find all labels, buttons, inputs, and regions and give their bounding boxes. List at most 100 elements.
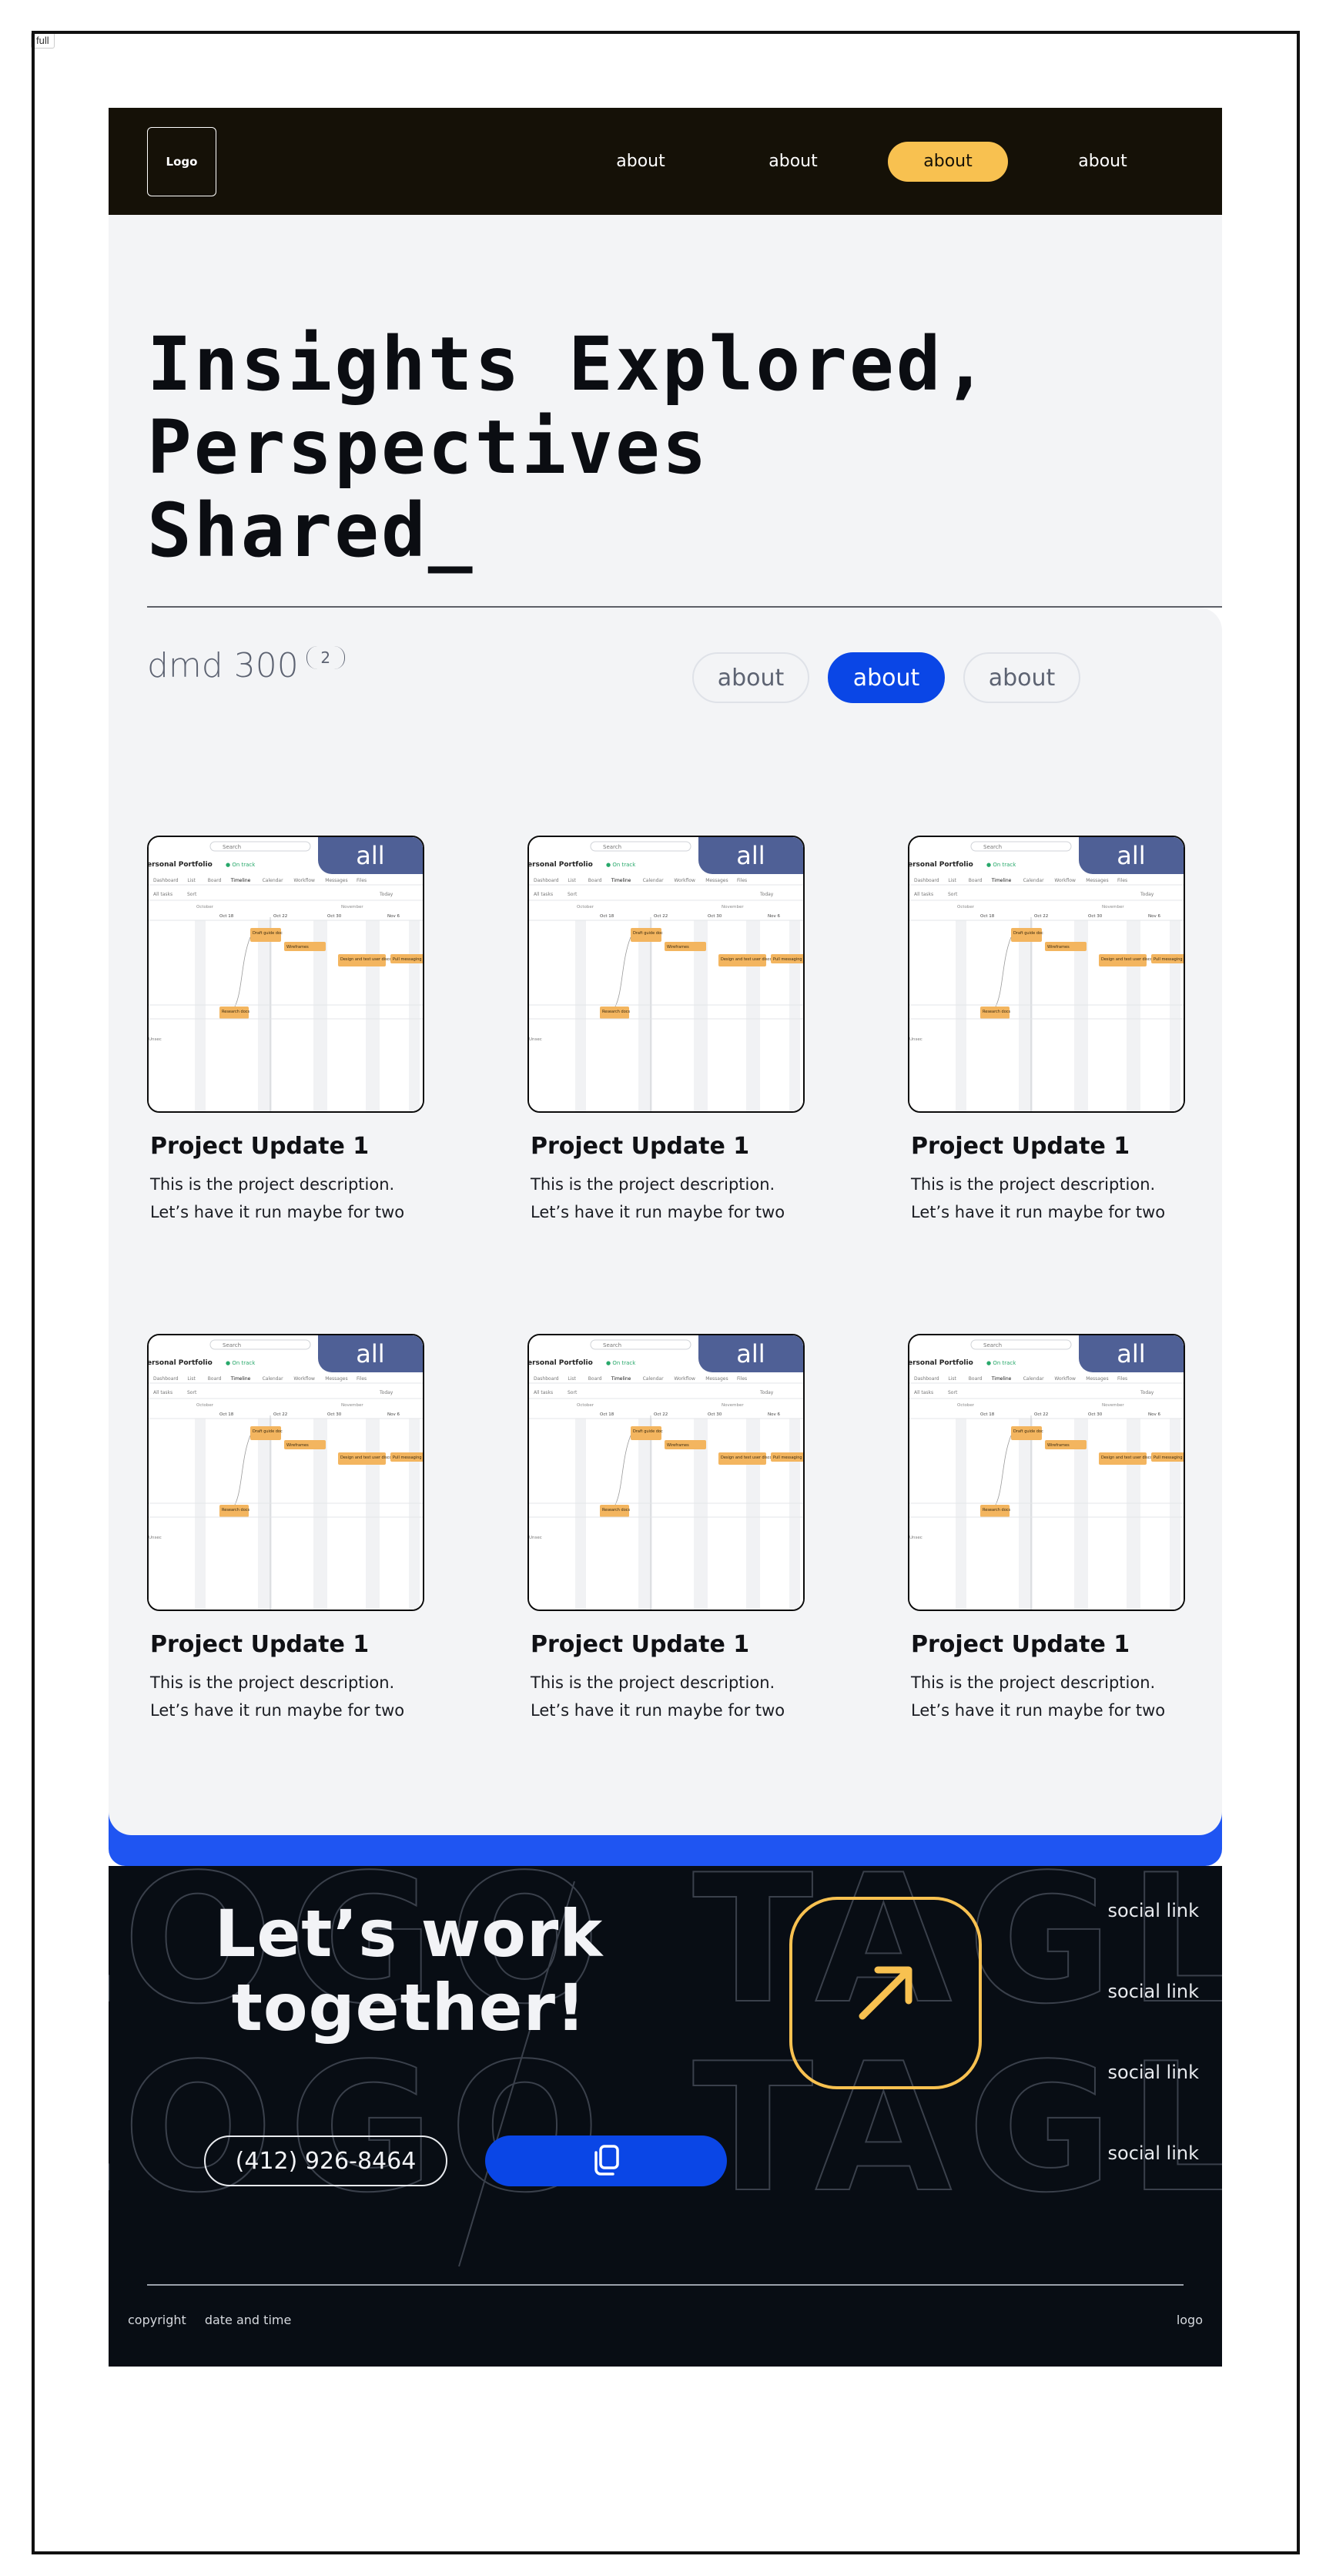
thumb-tab-1: List <box>948 878 956 883</box>
social-link-1[interactable]: social link <box>1108 1900 1200 1981</box>
project-card[interactable]: Search ersonal Portfolio ● On track Dashboa… <box>527 1334 805 1724</box>
category-badge: all <box>698 1335 803 1372</box>
cta-title: Let’s work together! <box>214 1896 604 2045</box>
thumb-side-label: Unsec <box>909 1536 923 1540</box>
thumb-task-1: Wireframes <box>667 1443 689 1448</box>
thumb-side-label: Unsec <box>529 1037 542 1042</box>
thumb-tab-1: List <box>187 878 196 883</box>
thumb-tab-7: Files <box>737 878 747 883</box>
arrow-up-right-icon <box>859 1966 912 2020</box>
project-thumbnail[interactable]: Search ersonal Portfolio ● On track Dashboa… <box>147 836 424 1113</box>
thumb-tab-5: Workflow <box>674 1376 695 1382</box>
card-title[interactable]: Project Update 1 <box>908 1133 1185 1160</box>
thumb-date-2: Oct 30 <box>327 914 342 919</box>
thumb-task-0: Draft guide doc <box>633 1429 663 1434</box>
project-card[interactable]: Search ersonal Portfolio ● On track Dashboa… <box>147 836 424 1226</box>
thumb-status-text: ● On track <box>226 862 256 868</box>
project-thumbnail[interactable]: Search ersonal Portfolio ● On track Dashboa… <box>147 1334 424 1611</box>
category-badge: all <box>1079 1335 1184 1372</box>
social-links: social link social link social link soci… <box>1108 1900 1200 2223</box>
card-title[interactable]: Project Update 1 <box>908 1631 1185 1658</box>
timeline-screenshot-image: Search ersonal Portfolio ● On track Dashboa… <box>529 837 803 1111</box>
nav-item-about-3[interactable]: about <box>888 141 1008 182</box>
social-link-4[interactable]: social link <box>1108 2142 1200 2223</box>
thumb-toolbar-1: Sort <box>187 892 197 897</box>
thumb-search-text: Search <box>603 1342 621 1348</box>
contact-arrow-button[interactable] <box>789 1897 982 2089</box>
thumb-tab-6: Messages <box>705 1376 728 1382</box>
copy-button[interactable] <box>485 2136 727 2186</box>
social-link-2[interactable]: social link <box>1108 1981 1200 2062</box>
thumb-date-3: Nov 6 <box>1148 914 1160 919</box>
nav-item-about-1[interactable]: about <box>583 142 698 182</box>
thumb-tab-0: Dashboard <box>534 1376 559 1382</box>
thumb-title-text: ersonal Portfolio <box>149 861 213 869</box>
thumb-date-3: Nov 6 <box>768 914 780 919</box>
thumb-side-label: Unsec <box>529 1536 542 1540</box>
thumb-date-0: Oct 18 <box>219 914 234 919</box>
thumb-tab-5: Workflow <box>293 878 315 883</box>
project-thumbnail[interactable]: Search ersonal Portfolio ● On track Dashboa… <box>527 1334 805 1611</box>
page: Logo about about about about Insights Ex… <box>109 108 1222 2367</box>
project-card[interactable]: Search ersonal Portfolio ● On track Dashboa… <box>908 836 1185 1226</box>
thumb-toolbar-1: Sort <box>948 1390 958 1395</box>
social-link-3[interactable]: social link <box>1108 2062 1200 2142</box>
thumb-date-1: Oct 22 <box>654 1412 668 1417</box>
card-description: This is the project description. Let’s h… <box>531 1175 785 1221</box>
thumb-task-1: Wireframes <box>286 945 309 950</box>
thumb-task-0: Draft guide doc <box>633 931 663 936</box>
project-card[interactable]: Search ersonal Portfolio ● On track Dashboa… <box>527 836 805 1226</box>
filter-about-3[interactable]: about <box>963 652 1080 703</box>
thumb-task-3: Pull messaging <box>1154 957 1183 962</box>
thumb-tab-3: Timeline <box>611 1376 631 1382</box>
thumb-tab-7: Files <box>357 878 367 883</box>
section-header: dmd 300 2 <box>147 646 345 685</box>
main-nav: about about about about <box>546 108 1160 215</box>
thumb-toolbar-0: All tasks <box>153 1390 172 1395</box>
thumb-toolbar-1: Sort <box>187 1390 197 1395</box>
thumb-tab-3: Timeline <box>230 878 251 883</box>
thumb-tab-3: Timeline <box>991 1376 1012 1382</box>
project-thumbnail[interactable]: Search ersonal Portfolio ● On track Dashboa… <box>527 836 805 1113</box>
thumb-tab-0: Dashboard <box>914 878 939 883</box>
thumb-tab-6: Messages <box>705 878 728 883</box>
card-title[interactable]: Project Update 1 <box>527 1133 805 1160</box>
thumb-search-text: Search <box>603 844 621 850</box>
thumb-tab-6: Messages <box>1086 878 1108 883</box>
project-thumbnail[interactable]: Search ersonal Portfolio ● On track Dashboa… <box>908 1334 1185 1611</box>
filter-group: about about about <box>674 652 1080 703</box>
filter-about-2[interactable]: about <box>828 652 945 703</box>
thumb-tab-0: Dashboard <box>914 1376 939 1382</box>
projects-wrap: dmd 300 2 about about about Search ersona… <box>109 608 1222 1866</box>
project-card[interactable]: Search ersonal Portfolio ● On track Dashboa… <box>147 1334 424 1724</box>
card-title[interactable]: Project Update 1 <box>147 1133 424 1160</box>
thumb-tab-2: Board <box>969 1376 983 1382</box>
phone-number[interactable]: (412) 926-8464 <box>204 2136 447 2186</box>
footer-bottom-bar: copyright date and time logo <box>128 2313 1203 2327</box>
thumb-task-0: Draft guide doc <box>253 1429 283 1434</box>
thumb-task-4: Research docs <box>222 1508 250 1512</box>
thumb-month-0: October <box>196 905 214 909</box>
card-title[interactable]: Project Update 1 <box>147 1631 424 1658</box>
thumb-task-1: Wireframes <box>1047 945 1070 950</box>
project-card[interactable]: Search ersonal Portfolio ● On track Dashboa… <box>908 1334 1185 1724</box>
thumb-task-1: Wireframes <box>667 945 689 950</box>
thumb-toolbar-1: Sort <box>568 1390 578 1395</box>
thumb-task-0: Draft guide doc <box>1013 1429 1043 1434</box>
site-header: Logo about about about about <box>109 108 1222 215</box>
logo[interactable]: Logo <box>147 126 216 196</box>
thumb-task-4: Research docs <box>602 1010 631 1014</box>
card-title[interactable]: Project Update 1 <box>527 1631 805 1658</box>
thumb-tab-4: Calendar <box>643 878 665 883</box>
filter-about-1[interactable]: about <box>692 652 809 703</box>
thumb-task-3: Pull messaging <box>393 1455 422 1460</box>
footer-logo[interactable]: logo <box>1177 2313 1203 2327</box>
thumb-date-2: Oct 30 <box>708 914 722 919</box>
thumb-month-0: October <box>577 905 594 909</box>
card-description: This is the project description. Let’s h… <box>911 1673 1166 1720</box>
nav-item-about-2[interactable]: about <box>735 142 851 182</box>
project-thumbnail[interactable]: Search ersonal Portfolio ● On track Dashboa… <box>908 836 1185 1113</box>
thumb-title-text: ersonal Portfolio <box>909 861 973 869</box>
thumb-tab-6: Messages <box>325 1376 347 1382</box>
nav-item-about-4[interactable]: about <box>1045 142 1160 182</box>
